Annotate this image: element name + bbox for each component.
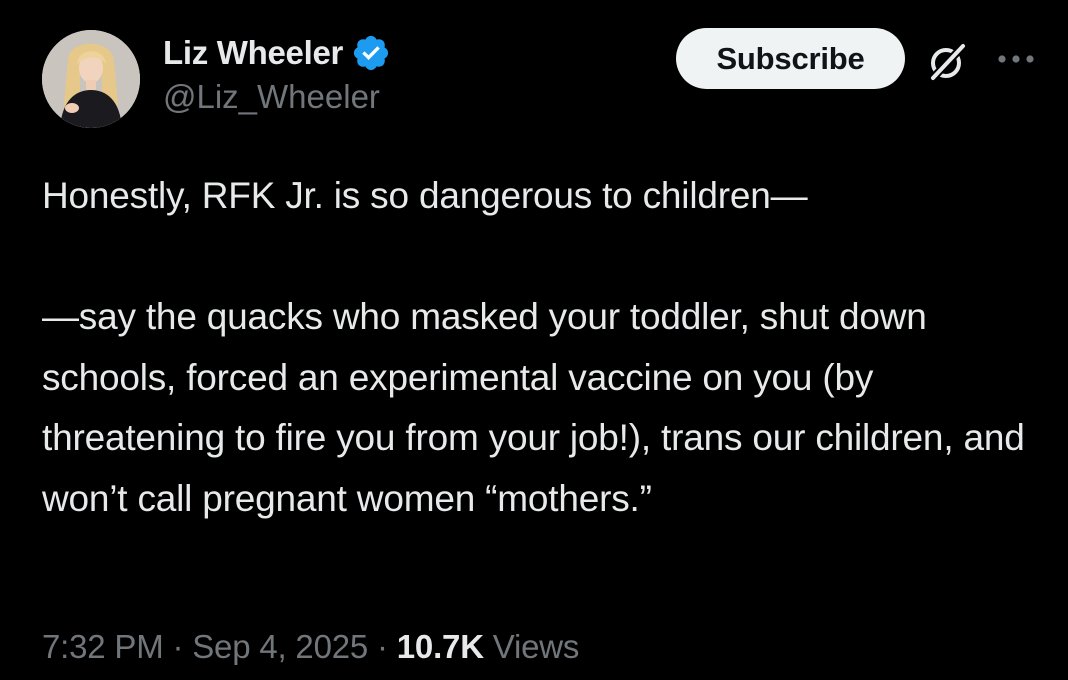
profile-photo-icon xyxy=(42,30,140,128)
handle[interactable]: @Liz_Wheeler xyxy=(163,78,391,116)
tweet-card: Liz Wheeler @Liz_Wheeler Subscribe Hones… xyxy=(0,0,1068,680)
views-count: 10.7K xyxy=(396,628,484,665)
grok-icon[interactable] xyxy=(925,40,969,84)
meta-separator: · xyxy=(163,628,193,665)
meta-separator: · xyxy=(368,628,397,665)
tweet-text: Honestly, RFK Jr. is so dangerous to chi… xyxy=(42,166,1042,529)
tweet-meta: 7:32 PM · Sep 4, 2025 · 10.7K Views xyxy=(42,628,579,666)
views-label: Views xyxy=(483,628,580,665)
name-row: Liz Wheeler xyxy=(163,30,391,76)
more-options-icon[interactable] xyxy=(996,44,1036,74)
subscribe-button[interactable]: Subscribe xyxy=(676,28,905,89)
tweet-paragraph: —say the quacks who masked your toddler,… xyxy=(42,296,1035,519)
tweet-paragraph: Honestly, RFK Jr. is so dangerous to chi… xyxy=(42,175,808,216)
avatar[interactable] xyxy=(42,30,140,128)
author-block: Liz Wheeler @Liz_Wheeler xyxy=(163,30,391,116)
tweet-date[interactable]: Sep 4, 2025 xyxy=(192,628,368,665)
verified-badge-icon[interactable] xyxy=(351,33,391,73)
tweet-time[interactable]: 7:32 PM xyxy=(42,628,164,665)
display-name[interactable]: Liz Wheeler xyxy=(163,34,343,72)
